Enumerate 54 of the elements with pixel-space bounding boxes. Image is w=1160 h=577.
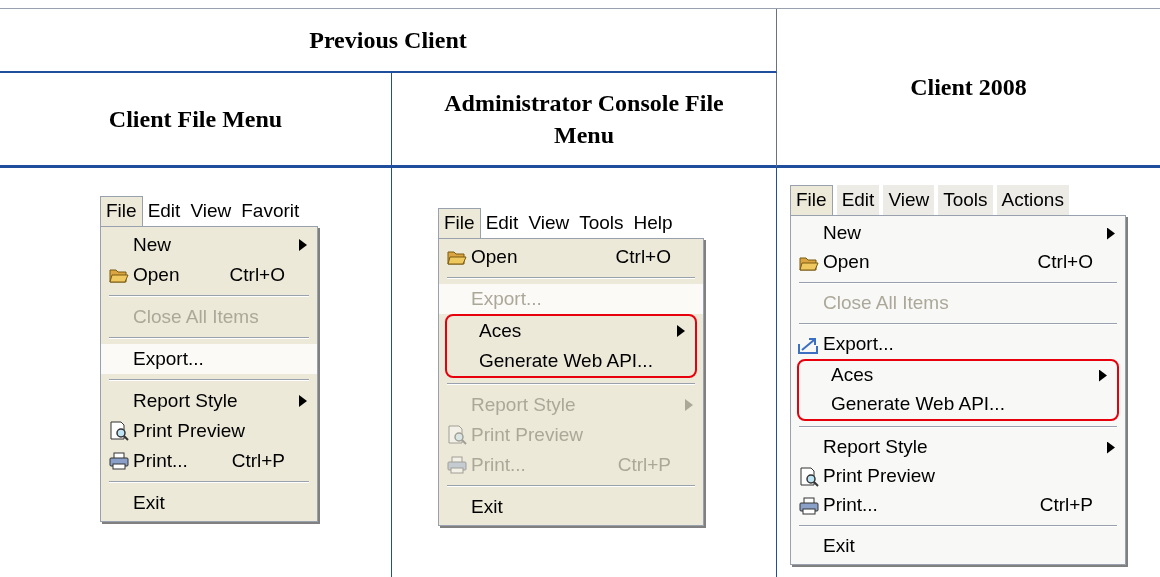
menu-bar-item[interactable]: File <box>100 196 143 226</box>
menu-item[interactable]: Generate Web API... <box>447 346 695 376</box>
menu-item[interactable]: Aces <box>799 361 1117 390</box>
menu-bar-item[interactable]: Actions <box>996 185 1069 215</box>
menu-item[interactable]: Print Preview <box>791 462 1125 491</box>
menu-item[interactable]: Report Style <box>791 433 1125 462</box>
menu-bar-item[interactable]: Help <box>628 208 678 238</box>
printer-icon <box>109 452 129 470</box>
folder-icon <box>799 254 819 271</box>
menu-item[interactable]: Generate Web API... <box>799 390 1117 419</box>
menu-bar-item[interactable]: View <box>883 185 935 215</box>
menu-bar-item[interactable]: Tools <box>938 185 993 215</box>
shortcut-text: Ctrl+P <box>617 452 671 477</box>
menu-bar-item[interactable]: View <box>185 196 237 226</box>
shortcut-text: Ctrl+P <box>1039 493 1093 518</box>
shortcut-text: Ctrl+O <box>229 262 285 287</box>
menu-item[interactable]: Exit <box>439 492 703 522</box>
menu-item[interactable]: Open Ctrl+O <box>101 260 317 290</box>
menu-bar-item[interactable]: Edit <box>142 196 186 226</box>
menu-item[interactable]: New <box>791 219 1125 248</box>
menu-item[interactable]: Report Style <box>101 386 317 416</box>
menu-item[interactable]: Exit <box>101 488 317 518</box>
menu-bar-item[interactable]: File <box>790 185 833 215</box>
document-magnifier-icon <box>799 466 819 487</box>
printer-icon <box>447 456 467 474</box>
menu-bar-item[interactable]: Edit <box>836 185 880 215</box>
menu-bar-item[interactable]: Edit <box>480 208 524 238</box>
column-header: Client 2008 <box>777 9 1160 168</box>
document-magnifier-icon <box>447 425 467 445</box>
menu-bar-item[interactable]: Tools <box>574 208 629 238</box>
column-header: Client File Menu <box>0 73 392 168</box>
menu-item[interactable]: Aces <box>447 316 695 346</box>
menu-item[interactable]: Exit <box>791 532 1125 561</box>
menu-item[interactable]: Print Preview <box>101 416 317 446</box>
folder-icon <box>109 267 129 283</box>
menu-bar-item[interactable]: Favorit <box>236 196 305 226</box>
menu-bar-item[interactable]: View <box>523 208 575 238</box>
menu-item[interactable]: Export... <box>101 344 317 374</box>
shortcut-text: Ctrl+O <box>615 244 671 269</box>
menu-bar-item[interactable]: File <box>438 208 481 238</box>
menu-item[interactable]: Export... <box>791 330 1125 359</box>
column-group-header: Previous Client <box>0 9 777 73</box>
menu-item[interactable]: Open Ctrl+O <box>791 248 1125 277</box>
menu-item[interactable]: Open Ctrl+O <box>439 242 703 272</box>
menu-item[interactable]: Print... Ctrl+P <box>101 446 317 476</box>
shortcut-text: Ctrl+P <box>231 448 285 473</box>
export-arrow-icon <box>798 335 820 354</box>
shortcut-text: Ctrl+O <box>1037 250 1093 275</box>
printer-icon <box>799 496 819 515</box>
column-header: Administrator Console File Menu <box>392 73 777 168</box>
menu-item[interactable]: Print... Ctrl+P <box>791 491 1125 520</box>
menu-item[interactable]: New <box>101 230 317 260</box>
document-magnifier-icon <box>109 421 129 441</box>
folder-icon <box>447 249 467 265</box>
